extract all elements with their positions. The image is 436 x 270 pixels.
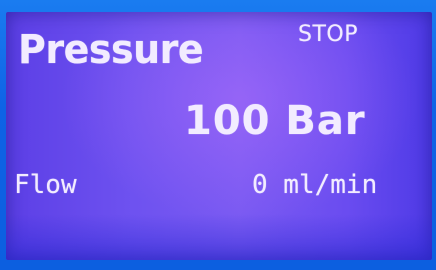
flow-label: Flow: [14, 170, 77, 200]
pressure-value: 100 Bar: [184, 98, 366, 144]
flow-value: 0 ml/min: [252, 170, 378, 200]
pressure-label: Pressure: [18, 26, 204, 73]
lcd-screen: Pressure STOP 100 Bar Flow 0 ml/min: [6, 12, 432, 260]
status-indicator: STOP: [298, 22, 358, 47]
device-bezel: Pressure STOP 100 Bar Flow 0 ml/min: [0, 0, 436, 270]
